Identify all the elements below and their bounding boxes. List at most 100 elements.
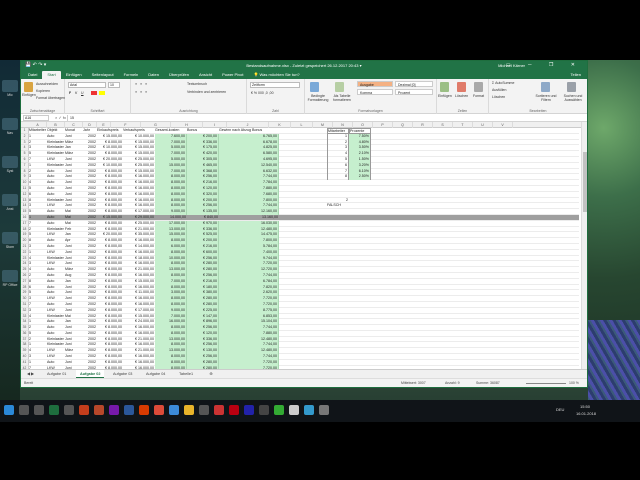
style-komma[interactable]: Komma (357, 89, 393, 95)
network-icon[interactable] (304, 405, 314, 415)
format-as-table-icon[interactable] (335, 82, 344, 92)
app-icon[interactable] (319, 405, 329, 415)
app-icon[interactable] (259, 405, 269, 415)
desktop-icon[interactable] (2, 270, 18, 282)
sheet-tab[interactable]: Aufgabe 04 (142, 370, 169, 378)
tab-view[interactable]: Ansicht (194, 71, 217, 79)
tab-review[interactable]: Überprüfen (164, 71, 194, 79)
copy-button[interactable]: Kopieren (36, 89, 50, 93)
clock-time[interactable]: 15:50 (580, 404, 590, 409)
fill-color-icon[interactable] (99, 91, 105, 95)
autosum-button[interactable]: Σ AutoSumme (492, 81, 514, 85)
merge-center-button[interactable]: Verbinden und zentrieren (187, 90, 226, 94)
clear-button[interactable]: Löschen (492, 95, 505, 99)
format-painter-button[interactable]: Format übertragen (36, 96, 65, 100)
letterbox-bottom (0, 422, 640, 480)
desktop-icon[interactable] (2, 232, 18, 244)
recorder-icon[interactable] (229, 405, 239, 415)
delete-cells-button[interactable]: Löschen (455, 94, 468, 98)
number-buttons[interactable]: € % 000 ,0 ,00 (251, 91, 274, 95)
tell-me-search[interactable]: 💡 Was möchten Sie tun? (248, 71, 304, 79)
clock-date[interactable]: 16.01.2018 (576, 411, 596, 416)
style-ausgabe[interactable]: Ausgabe (357, 81, 393, 87)
settings-icon[interactable] (289, 405, 299, 415)
desktop-icon[interactable] (2, 80, 18, 92)
sheet-tab[interactable]: Aufgabe 03 (109, 370, 136, 378)
sort-filter-button[interactable]: Sortieren und Filtern (533, 94, 559, 102)
sheet-tab[interactable]: Tabelle1 (175, 370, 197, 378)
chrome-icon[interactable] (154, 405, 164, 415)
calculator-icon[interactable] (199, 405, 209, 415)
tab-page-layout[interactable]: Seitenlayout (87, 71, 119, 79)
tab-insert[interactable]: Einfügen (61, 71, 87, 79)
share-button[interactable]: Teilen (571, 72, 581, 77)
explorer-icon[interactable] (64, 405, 74, 415)
app-icon[interactable] (274, 405, 284, 415)
tab-home[interactable]: Start (42, 71, 61, 79)
excel-icon[interactable] (49, 405, 59, 415)
sheet-nav-arrows[interactable]: ◀ ▶ (23, 370, 38, 378)
insert-cells-button[interactable]: Einfügen (438, 94, 452, 98)
sheet-tab[interactable]: Aufgabe 02 (76, 370, 105, 378)
access-icon[interactable] (79, 405, 89, 415)
desktop-icon[interactable] (2, 156, 18, 168)
delete-cells-icon[interactable] (457, 82, 466, 92)
font-name-select[interactable]: Arial (68, 82, 106, 88)
tab-power-pivot[interactable]: Power Pivot (217, 71, 248, 79)
font-color-icon[interactable] (91, 91, 97, 95)
italic-button[interactable]: K (75, 91, 77, 95)
zoom-level[interactable]: 100 % (569, 381, 579, 385)
scroll-thumb[interactable] (583, 152, 587, 212)
format-as-table-button[interactable]: Als Tabelle formatieren (331, 94, 353, 102)
start-icon[interactable] (4, 405, 14, 415)
sort-filter-icon[interactable] (541, 82, 550, 92)
language-indicator[interactable]: DEU (556, 407, 564, 412)
find-select-icon[interactable] (567, 82, 576, 92)
find-select-button[interactable]: Suchen und Auswählen (560, 94, 586, 102)
style-dezimal[interactable]: Dezimal [0] (395, 81, 433, 87)
format-cells-button[interactable]: Format (473, 94, 484, 98)
paste-icon[interactable] (24, 82, 33, 92)
search-icon[interactable] (19, 405, 29, 415)
format-cells-icon[interactable] (474, 82, 483, 92)
add-sheet-button[interactable]: ⊕ (205, 370, 216, 378)
zoom-slider[interactable] (526, 383, 566, 384)
wrap-text-button[interactable]: Textumbruch (187, 82, 207, 86)
formula-buttons[interactable]: × ✓ fx (55, 115, 66, 120)
tab-data[interactable]: Daten (143, 71, 164, 79)
tab-file[interactable]: Datei (23, 71, 42, 79)
conditional-format-icon[interactable] (310, 82, 319, 92)
tab-formulas[interactable]: Formeln (119, 71, 144, 79)
vertical-scrollbar[interactable] (581, 122, 587, 380)
bold-button[interactable]: F (69, 91, 71, 95)
desktop-icon[interactable] (2, 118, 18, 130)
window-controls[interactable]: ▭ ─ ❐ ✕ (506, 62, 583, 68)
onenote-icon[interactable] (109, 405, 119, 415)
task-view-icon[interactable] (34, 405, 44, 415)
halign-icons[interactable]: ≡ ≡ ≡ (135, 90, 148, 94)
insert-cells-icon[interactable] (440, 82, 449, 92)
app-icon[interactable] (244, 405, 254, 415)
sheet-tab[interactable]: Aufgabe 01 (43, 370, 70, 378)
name-box[interactable]: A16 (23, 115, 49, 121)
powerpoint-icon[interactable] (94, 405, 104, 415)
cut-button[interactable]: Ausschneiden (36, 82, 58, 86)
media-icon[interactable] (214, 405, 224, 415)
paste-button[interactable]: Einfügen (22, 93, 36, 97)
edge-icon[interactable] (169, 405, 179, 415)
conditional-format-button[interactable]: Bedingte Formatierung (306, 94, 330, 102)
group-label-font: Schriftart (90, 109, 105, 113)
underline-button[interactable]: U (81, 91, 84, 95)
formula-input[interactable]: 15 (67, 115, 585, 121)
font-size-select[interactable]: 10 (108, 82, 120, 88)
number-format-select[interactable]: Zeitform (250, 82, 300, 88)
folder-icon[interactable] (184, 405, 194, 415)
desktop-icon[interactable] (2, 194, 18, 206)
word-icon[interactable] (124, 405, 134, 415)
align-icons[interactable]: ≡ ≡ ≡ (135, 82, 148, 86)
office-icon[interactable] (139, 405, 149, 415)
style-prozent[interactable]: Prozent (395, 89, 433, 95)
cell-area[interactable]: Mitarbeiter Objekt Monat Jahr Einkaufspreis V… (29, 128, 579, 372)
fill-button[interactable]: Ausfüllen (492, 88, 506, 92)
worksheet-grid[interactable]: ABCDEFGHIJKLMNOPQRSTUV 1 2 3 4 5 6 7 8 9 10 11 12 13… (21, 122, 587, 380)
